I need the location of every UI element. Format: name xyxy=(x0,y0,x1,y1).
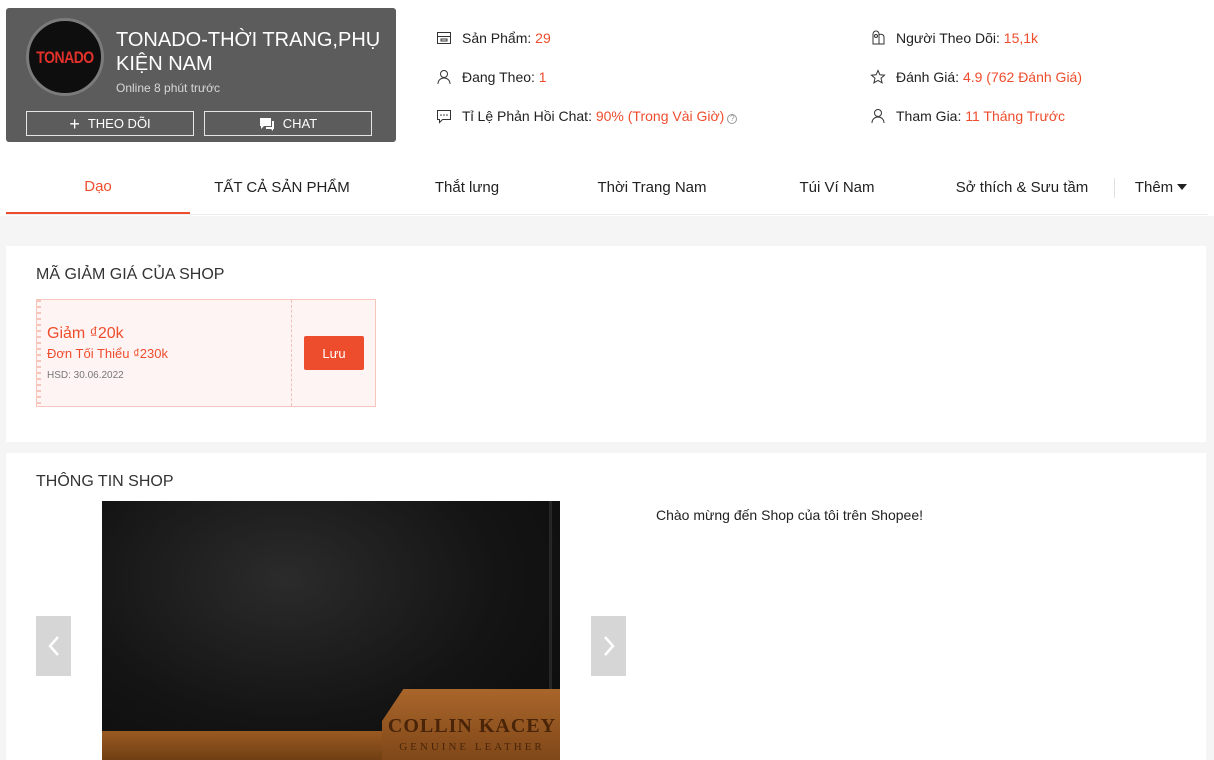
stat-following: Đang Theo: 1 xyxy=(436,69,547,85)
tab-mens-wallets[interactable]: Túi Ví Nam xyxy=(745,160,929,214)
stat-products: Sản Phẩm: 29 xyxy=(436,30,551,46)
shop-welcome-text: Chào mừng đến Shop của tôi trên Shopee! xyxy=(656,507,923,523)
star-icon xyxy=(870,69,886,84)
chat-icon xyxy=(259,117,274,131)
shop-header-card: TONADO TONADO-THỜI TRANG,PHỤ KIỆN NAM On… xyxy=(6,8,396,142)
stat-following-label: Đang Theo: xyxy=(462,69,535,85)
stat-rating: Đánh Giá: 4.9 (762 Đánh Giá) xyxy=(870,69,1082,85)
help-icon[interactable]: ? xyxy=(727,113,738,124)
stat-rating-label: Đánh Giá: xyxy=(896,69,960,85)
tab-all-products[interactable]: TẤT CẢ SẢN PHẨM xyxy=(190,160,374,214)
shop-tabs: Dạo TẤT CẢ SẢN PHẨM Thắt lưng Thời Trang… xyxy=(6,160,1208,215)
stat-following-value: 1 xyxy=(538,69,547,85)
voucher-min-order: Đơn Tối Thiểu ₫230k xyxy=(47,346,168,361)
tab-hobbies[interactable]: Sở thích & Sưu tầm xyxy=(930,160,1114,214)
shop-info-title: THÔNG TIN SHOP xyxy=(36,473,174,490)
follow-button-label: THEO DÕI xyxy=(87,116,151,131)
stat-products-label: Sản Phẩm: xyxy=(462,30,532,46)
online-status: Online 8 phút trước xyxy=(116,81,220,95)
save-voucher-button[interactable]: Lưu xyxy=(304,336,364,370)
voucher-expiry: HSD: 30.06.2022 xyxy=(47,370,124,381)
tab-more-label: Thêm xyxy=(1134,178,1174,196)
shop-avatar[interactable]: TONADO xyxy=(26,18,104,96)
carousel-next-button[interactable] xyxy=(591,616,626,676)
followers-icon xyxy=(872,30,885,45)
caret-down-icon xyxy=(1177,184,1188,190)
tab-mens-fashion[interactable]: Thời Trang Nam xyxy=(560,160,744,214)
chat-button[interactable]: CHAT xyxy=(204,111,372,136)
tab-belts[interactable]: Thắt lưng xyxy=(375,160,559,214)
shop-logo-text: TONADO xyxy=(36,47,94,67)
voucher-card: Giảm ₫20k Đơn Tối Thiểu ₫230k HSD: 30.06… xyxy=(36,299,376,407)
shop-name: TONADO-THỜI TRANG,PHỤ KIỆN NAM xyxy=(116,29,381,75)
voucher-title: Giảm ₫20k xyxy=(47,325,124,342)
voucher-zigzag-edge xyxy=(37,300,41,406)
page-body: MÃ GIẢM GIÁ CỦA SHOP Giảm ₫20k Đơn Tối T… xyxy=(0,216,1214,760)
tab-dao[interactable]: Dạo xyxy=(6,160,190,214)
voucher-section: MÃ GIẢM GIÁ CỦA SHOP Giảm ₫20k Đơn Tối T… xyxy=(6,246,1206,442)
shop-banner-image: COLLIN KACEY GENUINE LEATHER xyxy=(102,501,560,760)
plus-icon: + xyxy=(69,113,80,134)
tab-more[interactable]: Thêm xyxy=(1116,160,1206,214)
store-icon xyxy=(437,32,451,44)
shop-info-section: THÔNG TIN SHOP COLLIN KACEY GENUINE LEAT… xyxy=(6,453,1206,760)
stat-followers: Người Theo Dõi: 15,1k xyxy=(870,30,1038,46)
wallet-brand-text: COLLIN KACEY xyxy=(387,715,557,737)
stat-rating-value: 4.9 (762 Đánh Giá) xyxy=(962,69,1083,85)
stat-joined-label: Tham Gia: xyxy=(896,108,962,124)
voucher-section-title: MÃ GIẢM GIÁ CỦA SHOP xyxy=(36,266,225,283)
stat-followers-value: 15,1k xyxy=(1003,30,1039,46)
chat-button-label: CHAT xyxy=(282,116,318,131)
chat-bubble-icon xyxy=(437,110,451,124)
follow-button[interactable]: + THEO DÕI xyxy=(26,111,194,136)
stat-response-value: 90% (Trong Vài Giờ) xyxy=(595,108,725,124)
chevron-right-icon xyxy=(603,636,615,656)
voucher-divider xyxy=(291,300,292,406)
person-icon xyxy=(871,109,885,124)
tab-divider xyxy=(1114,178,1115,198)
stat-followers-label: Người Theo Dõi: xyxy=(896,30,1000,46)
wallet-brand-subtext: GENUINE LEATHER xyxy=(399,741,545,753)
stat-response-rate: Tỉ Lệ Phản Hồi Chat: 90% (Trong Vài Giờ)… xyxy=(436,108,738,124)
chevron-left-icon xyxy=(47,636,59,656)
stat-joined-value: 11 Tháng Trước xyxy=(965,108,1065,124)
stat-joined: Tham Gia: 11 Tháng Trước xyxy=(870,108,1065,124)
carousel-prev-button[interactable] xyxy=(36,616,71,676)
stat-products-value: 29 xyxy=(535,30,551,46)
stat-response-label: Tỉ Lệ Phản Hồi Chat: xyxy=(462,108,592,124)
person-icon xyxy=(437,70,451,85)
